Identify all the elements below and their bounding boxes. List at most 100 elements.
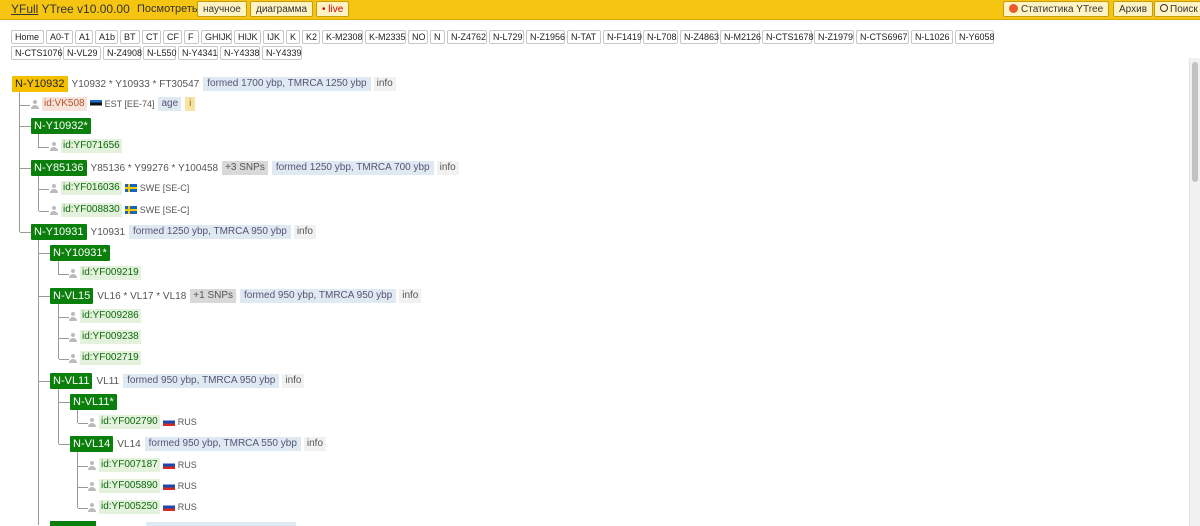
sample-id[interactable]: id:YF009286: [80, 309, 141, 323]
nav-item-k-m2335[interactable]: K-M2335: [365, 30, 406, 44]
sample-country: RUS: [177, 417, 197, 427]
view-scientific-button[interactable]: научное: [197, 1, 247, 17]
haplogroup-node[interactable]: N-Y10932*: [31, 118, 91, 134]
tree-node-row: N-Y10931 Y10931 formed 1250 ybp, TMRCA 950…: [31, 224, 316, 240]
sample-id[interactable]: id:VK508: [42, 97, 87, 111]
scrollbar-thumb[interactable]: [1192, 62, 1198, 182]
search-button[interactable]: Поиск: [1154, 1, 1200, 17]
nav-item-k[interactable]: K: [286, 30, 300, 44]
sample-id[interactable]: id:YF002719: [80, 351, 141, 365]
tree-line: [78, 508, 88, 509]
sample-id[interactable]: id:YF005250: [99, 500, 160, 514]
nav-item-a0-t[interactable]: A0-T: [46, 30, 73, 44]
nav-item-k2[interactable]: K2: [302, 30, 320, 44]
haplogroup-node-root[interactable]: N-Y10932: [12, 76, 68, 92]
nav-item-n-z4908[interactable]: N-Z4908: [103, 46, 142, 60]
nav-item-n[interactable]: N: [430, 30, 445, 44]
sample-age-badge[interactable]: age: [158, 97, 182, 111]
nav-item-n-l550[interactable]: N-L550: [143, 46, 177, 60]
nav-item-n-y4341[interactable]: N-Y4341: [178, 46, 218, 60]
view-diagram-button[interactable]: диаграмма: [250, 1, 314, 17]
nav-item-n-z1979[interactable]: N-Z1979: [814, 30, 854, 44]
nav-item-k-m2308[interactable]: K-M2308: [322, 30, 363, 44]
haplogroup-node[interactable]: N-Y10931: [31, 224, 87, 240]
sample-country: RUS: [177, 481, 197, 491]
nav-item-f[interactable]: F: [184, 30, 199, 44]
nav-item-n-l708[interactable]: N-L708: [643, 30, 678, 44]
tree-line: [59, 274, 69, 275]
sample-id[interactable]: id:YF009219: [80, 266, 141, 280]
nav-item-n-y6058[interactable]: N-Y6058: [955, 30, 995, 44]
node-extra-snps[interactable]: +1 SNPs: [190, 289, 237, 303]
nav-item-n-vl29[interactable]: N-VL29: [63, 46, 101, 60]
nav-item-n-cts1678[interactable]: N-CTS1678: [762, 30, 814, 44]
tree-line: [58, 261, 59, 275]
sample-country: EST [EE-74]: [104, 99, 155, 109]
node-info-link[interactable]: info: [436, 161, 459, 175]
haplogroup-node-partial[interactable]: [50, 521, 96, 526]
nav-item-n-y4338[interactable]: N-Y4338: [220, 46, 260, 60]
tree-line: [58, 303, 59, 359]
haplogroup-node[interactable]: N-Y10931*: [50, 245, 110, 261]
yfull-link[interactable]: YFull: [11, 2, 38, 16]
haplogroup-tree: N-Y10932 Y10932 * Y10933 * FT30547 formed …: [0, 0, 1200, 526]
nav-item-ct[interactable]: CT: [142, 30, 161, 44]
nav-item-n-l1026[interactable]: N-L1026: [911, 30, 953, 44]
person-icon: [69, 311, 77, 321]
haplogroup-node[interactable]: N-VL15: [50, 288, 94, 304]
tree-node-row: N-VL11 VL11 formed 950 ybp, TMRCA 950 ybp i…: [50, 373, 305, 389]
view-live-button[interactable]: • live: [316, 1, 350, 17]
tree-line: [39, 296, 50, 297]
nav-item-n-z4863[interactable]: N-Z4863: [680, 30, 719, 44]
person-icon: [31, 99, 39, 109]
nav-item-n-l729[interactable]: N-L729: [489, 30, 524, 44]
nav-item-n-z4762[interactable]: N-Z4762: [447, 30, 487, 44]
node-info-link[interactable]: info: [399, 289, 422, 303]
node-formed-tmrca: formed 950 ybp, TMRCA 550 ybp: [144, 437, 301, 451]
sample-id[interactable]: id:YF005890: [99, 479, 160, 493]
node-extra-snps[interactable]: +3 SNPs: [222, 161, 268, 175]
sample-country: SWE [SE-C]: [139, 205, 190, 215]
nav-item-n-z1956[interactable]: N-Z1956: [526, 30, 565, 44]
sample-row: id:YF009219: [69, 266, 141, 282]
nav-item-a1[interactable]: A1: [75, 30, 93, 44]
sample-id[interactable]: id:YF002790: [99, 415, 160, 429]
archive-button[interactable]: Архив: [1113, 1, 1154, 17]
haplogroup-node[interactable]: N-Y85136: [31, 160, 87, 176]
node-info-link[interactable]: info: [373, 77, 396, 91]
nav-item-n-tat[interactable]: N-TAT: [567, 30, 601, 44]
haplogroup-node[interactable]: N-VL11*: [70, 394, 117, 410]
nav-item-n-f1419[interactable]: N-F1419: [603, 30, 642, 44]
haplogroup-node[interactable]: N-VL14: [70, 436, 114, 452]
tree-line: [38, 240, 39, 525]
node-formed-partial: [146, 522, 296, 526]
russia-flag-icon: [162, 418, 175, 426]
nav-item-hijk[interactable]: HIJK: [234, 30, 261, 44]
nav-item-home[interactable]: Home: [11, 30, 44, 44]
ytree-stats-button[interactable]: Статистика YTree: [1003, 1, 1110, 17]
nav-item-n-y4339[interactable]: N-Y4339: [262, 46, 302, 60]
nav-item-no[interactable]: NO: [408, 30, 428, 44]
nav-item-ghijk[interactable]: GHIJK: [201, 30, 232, 44]
sample-id[interactable]: id:YF009238: [80, 330, 141, 344]
sample-id[interactable]: id:YF008830: [61, 203, 122, 217]
nav-item-n-m2126[interactable]: N-M2126: [720, 30, 761, 44]
nav-item-n-cts6967[interactable]: N-CTS6967: [856, 30, 909, 44]
sample-id[interactable]: id:YF007187: [99, 458, 160, 472]
nav-item-ijk[interactable]: IJK: [263, 30, 284, 44]
node-info-link[interactable]: info: [293, 225, 316, 239]
sample-id[interactable]: id:YF016036: [61, 181, 122, 195]
haplogroup-node[interactable]: N-VL11: [50, 373, 93, 389]
sample-info-badge[interactable]: i: [185, 97, 196, 111]
nav-item-bt[interactable]: BT: [120, 30, 140, 44]
node-info-link[interactable]: info: [282, 374, 305, 388]
nav-item-cf[interactable]: CF: [163, 30, 182, 44]
person-icon: [50, 183, 58, 193]
nav-item-n-cts10760[interactable]: N-CTS10760: [11, 46, 68, 60]
stats-icon: [1009, 4, 1018, 13]
node-info-link[interactable]: info: [303, 437, 327, 451]
sample-row: id:YF007187 RUS: [88, 458, 197, 474]
sample-id[interactable]: id:YF071656: [61, 139, 122, 153]
tree-scrollbar[interactable]: [1189, 58, 1200, 526]
nav-item-a1b[interactable]: A1b: [95, 30, 118, 44]
